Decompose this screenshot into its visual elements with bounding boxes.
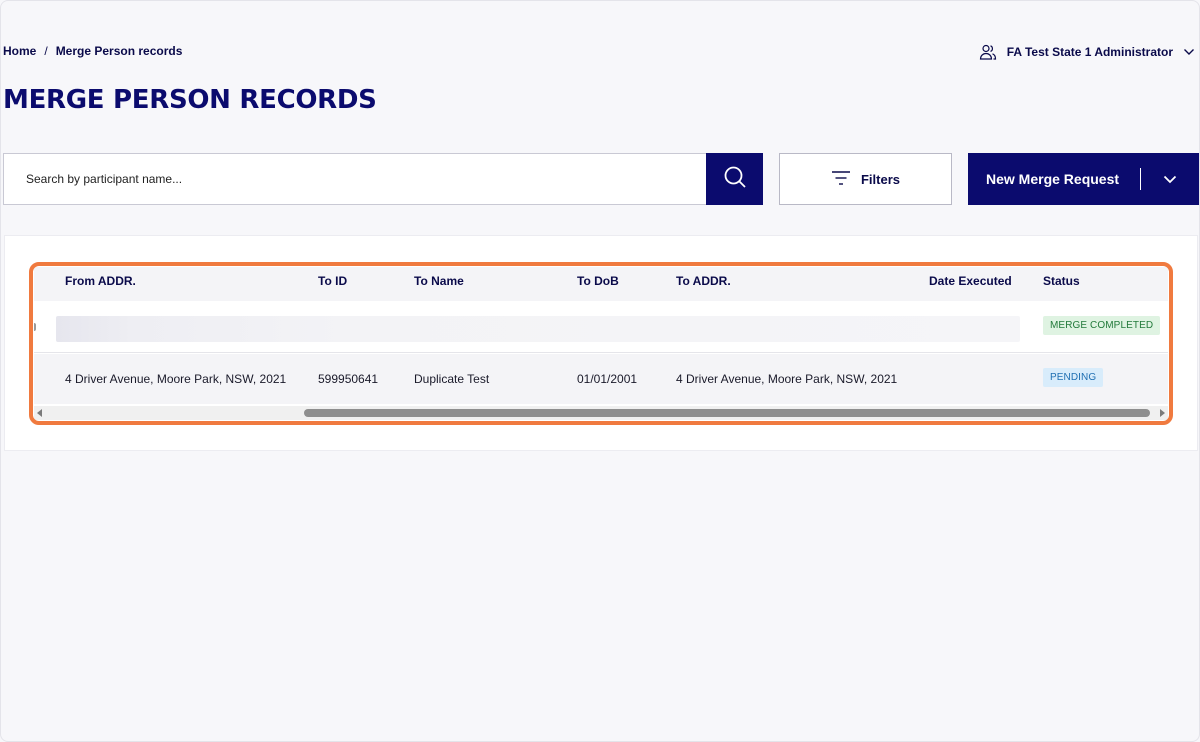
merge-requests-table: From ADDR. To ID To Name To DoB To ADDR.…	[34, 267, 1168, 420]
new-merge-request-button[interactable]: New Merge Request	[968, 153, 1199, 205]
cell-to-dob: 01/01/2001	[577, 372, 638, 386]
status-badge: MERGE COMPLETED	[1043, 316, 1161, 335]
cell-to-addr: 4 Driver Avenue, Moore Park, NSW, 2021	[676, 372, 898, 386]
scroll-left-arrow-icon[interactable]	[37, 409, 42, 417]
new-merge-dropdown-toggle[interactable]	[1141, 171, 1199, 187]
page-title: MERGE PERSON RECORDS	[3, 85, 377, 115]
users-icon	[979, 43, 997, 61]
column-header-date-executed[interactable]: Date Executed	[929, 274, 1012, 288]
search-icon	[723, 165, 747, 194]
cell-to-name: Duplicate Test	[414, 372, 490, 386]
filters-button[interactable]: Filters	[779, 153, 952, 205]
breadcrumb-separator: /	[44, 44, 48, 58]
filters-label: Filters	[860, 171, 900, 187]
cell-to-id: 599950641	[318, 372, 379, 386]
scroll-right-arrow-icon[interactable]	[1160, 409, 1165, 417]
column-header-to-addr[interactable]: To ADDR.	[676, 274, 731, 288]
column-header-to-name[interactable]: To Name	[414, 274, 464, 288]
search-button[interactable]	[706, 153, 763, 205]
column-header-to-dob[interactable]: To DoB	[577, 274, 619, 288]
table-header: From ADDR. To ID To Name To DoB To ADDR.…	[34, 267, 1168, 301]
table-row[interactable]: 4 Driver Avenue, Moore Park, NSW, 2021 5…	[34, 354, 1168, 404]
filter-icon	[831, 170, 851, 189]
user-menu[interactable]: FA Test State 1 Administrator	[979, 43, 1195, 61]
app-frame: Home / Merge Person records FA Test Stat…	[0, 0, 1200, 742]
search-bar	[3, 153, 763, 205]
new-merge-request-label: New Merge Request	[986, 171, 1120, 187]
user-name: FA Test State 1 Administrator	[1006, 45, 1173, 59]
scrollbar-thumb[interactable]	[304, 409, 1150, 417]
search-input[interactable]	[4, 154, 706, 204]
row-indicator	[34, 323, 36, 331]
breadcrumb: Home / Merge Person records	[3, 44, 182, 58]
table-row[interactable]: MERGE COMPLETED	[34, 301, 1168, 353]
status-badge: PENDING	[1043, 368, 1104, 387]
breadcrumb-current: Merge Person records	[55, 44, 183, 58]
breadcrumb-home-link[interactable]: Home	[3, 44, 36, 58]
chevron-down-icon	[1163, 171, 1177, 187]
column-header-from-addr[interactable]: From ADDR.	[65, 274, 136, 288]
column-header-status[interactable]: Status	[1043, 274, 1080, 288]
cell-from-addr: 4 Driver Avenue, Moore Park, NSW, 2021	[65, 372, 287, 386]
chevron-down-icon	[1183, 48, 1195, 56]
redacted-row-content	[56, 316, 1020, 342]
column-header-to-id[interactable]: To ID	[318, 274, 347, 288]
horizontal-scrollbar[interactable]	[34, 406, 1168, 420]
